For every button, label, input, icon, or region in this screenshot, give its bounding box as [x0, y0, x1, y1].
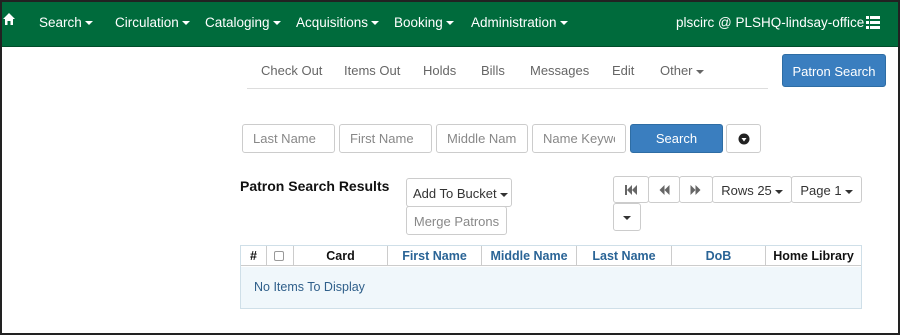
- last-name-input[interactable]: [242, 124, 335, 153]
- search-button[interactable]: Search: [630, 124, 723, 153]
- column-header-first-name[interactable]: First Name: [388, 246, 482, 266]
- add-to-bucket-label: Add To Bucket: [413, 186, 497, 201]
- chevron-down-icon: [499, 192, 508, 197]
- rows-per-page-dropdown[interactable]: Rows 25: [712, 176, 792, 203]
- chevron-down-icon: [623, 216, 631, 221]
- tab-check-out[interactable]: Check Out: [261, 63, 322, 78]
- grid-body: No Items To Display: [241, 267, 861, 308]
- tab-messages[interactable]: Messages: [530, 63, 589, 78]
- tab-other[interactable]: Other: [660, 63, 704, 78]
- previous-page-button[interactable]: [648, 176, 680, 203]
- download-icon: [738, 133, 749, 144]
- column-header-home-library[interactable]: Home Library: [766, 246, 861, 266]
- page-label: Page 1: [800, 183, 842, 198]
- top-navbar: Search Circulation Cataloging Acquisitio…: [0, 0, 900, 47]
- chevron-down-icon: [272, 21, 281, 26]
- nav-cataloging-menu[interactable]: Cataloging: [205, 15, 281, 30]
- nav-cataloging-label: Cataloging: [205, 15, 270, 30]
- column-header-select: [267, 246, 294, 266]
- chevron-down-icon: [84, 21, 93, 26]
- name-keywords-input[interactable]: [532, 124, 626, 153]
- select-all-checkbox[interactable]: [274, 251, 284, 261]
- grid-header: # Card First Name Middle Name Last Name …: [241, 246, 861, 266]
- first-page-icon: [625, 184, 637, 195]
- page-dropdown[interactable]: Page 1: [791, 176, 862, 203]
- next-page-button[interactable]: [679, 176, 713, 203]
- nav-circulation-label: Circulation: [115, 15, 179, 30]
- chevron-down-icon: [371, 21, 380, 26]
- more-actions-button[interactable]: [613, 203, 641, 231]
- home-icon[interactable]: [2, 12, 18, 32]
- chevron-down-icon: [774, 189, 783, 194]
- patron-subnav: Check Out Items Out Holds Bills Messages…: [247, 52, 768, 89]
- nav-administration-label: Administration: [471, 15, 557, 30]
- nav-acquisitions-label: Acquisitions: [296, 15, 369, 30]
- column-header-card[interactable]: Card: [294, 246, 388, 266]
- expand-search-button[interactable]: [726, 124, 761, 153]
- chevron-down-icon: [181, 21, 190, 26]
- column-header-last-name[interactable]: Last Name: [577, 246, 672, 266]
- nav-booking-menu[interactable]: Booking: [394, 15, 454, 30]
- nav-acquisitions-menu[interactable]: Acquisitions: [296, 15, 380, 30]
- rows-per-page-label: Rows 25: [721, 183, 772, 198]
- list-icon[interactable]: [866, 16, 880, 29]
- nav-circulation-menu[interactable]: Circulation: [115, 15, 190, 30]
- patron-results-grid: # Card First Name Middle Name Last Name …: [240, 245, 862, 309]
- chevron-down-icon: [559, 21, 568, 26]
- middle-name-input[interactable]: [436, 124, 528, 153]
- tab-edit[interactable]: Edit: [612, 63, 634, 78]
- column-header-dob[interactable]: DoB: [672, 246, 766, 266]
- nav-booking-label: Booking: [394, 15, 443, 30]
- next-page-icon: [690, 184, 701, 195]
- first-page-button[interactable]: [613, 176, 649, 203]
- previous-page-icon: [659, 184, 670, 195]
- tab-other-label: Other: [660, 63, 693, 78]
- column-header-index: #: [241, 246, 267, 266]
- patron-search-button[interactable]: Patron Search: [782, 54, 886, 87]
- nav-search-label: Search: [39, 15, 82, 30]
- tab-bills[interactable]: Bills: [481, 63, 505, 78]
- first-name-input[interactable]: [339, 124, 432, 153]
- empty-grid-message: No Items To Display: [254, 280, 365, 294]
- tab-holds[interactable]: Holds: [423, 63, 456, 78]
- nav-search-menu[interactable]: Search: [39, 15, 93, 30]
- chevron-down-icon: [445, 21, 454, 26]
- results-title: Patron Search Results: [240, 178, 390, 194]
- column-header-middle-name[interactable]: Middle Name: [482, 246, 577, 266]
- tab-items-out[interactable]: Items Out: [344, 63, 400, 78]
- chevron-down-icon: [695, 69, 704, 74]
- add-to-bucket-button[interactable]: Add To Bucket: [406, 178, 512, 207]
- chevron-down-icon: [844, 189, 853, 194]
- current-user-label[interactable]: plscirc @ PLSHQ-lindsay-office: [676, 15, 864, 30]
- merge-patrons-button[interactable]: Merge Patrons: [406, 206, 507, 235]
- nav-administration-menu[interactable]: Administration: [471, 15, 568, 30]
